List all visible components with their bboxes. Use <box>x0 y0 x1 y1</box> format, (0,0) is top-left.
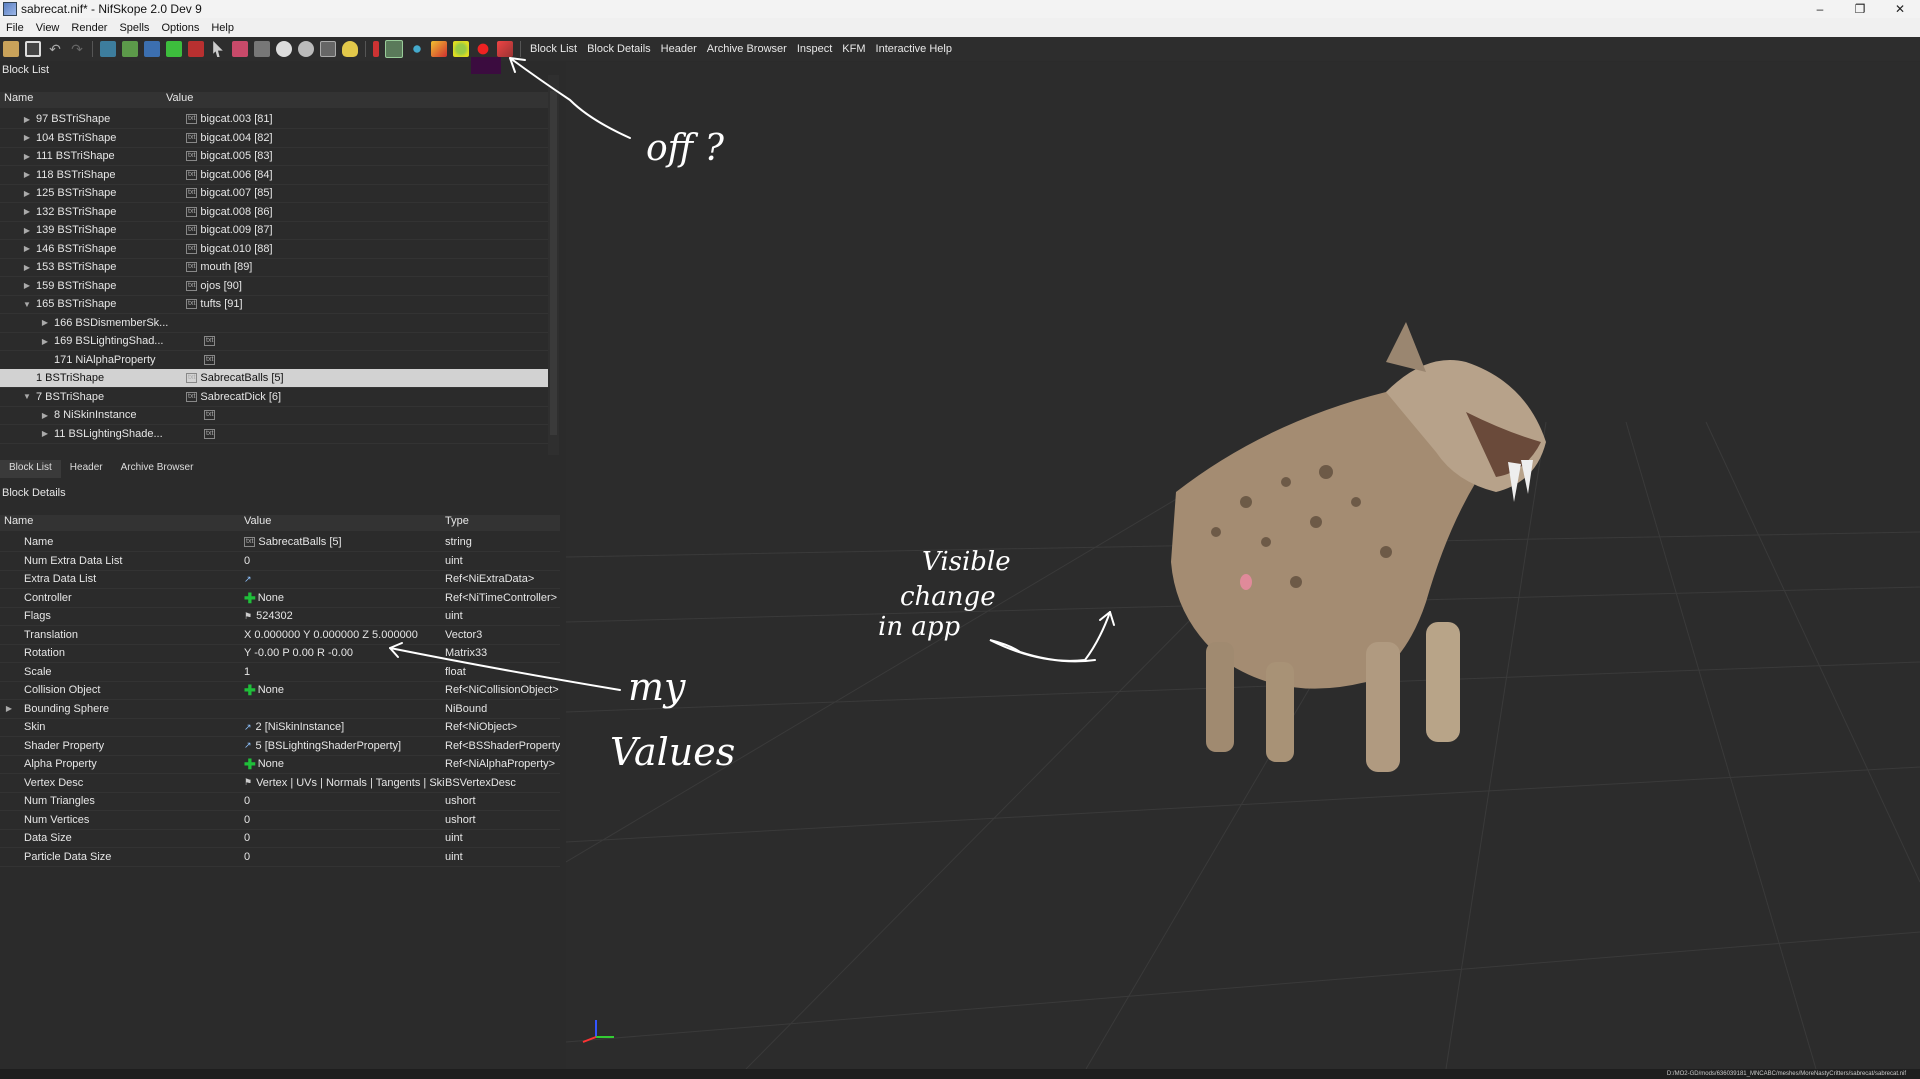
annotation-my: my <box>628 665 686 709</box>
annotation-visible-1: Visible <box>922 547 1011 577</box>
file-path: D:/MO2-GD/mods/636039181_MNCABC/meshes/M… <box>1666 1071 1906 1077</box>
annotation-visible-3: in app <box>878 612 960 642</box>
annotation-off: off ? <box>646 128 725 169</box>
annotation-visible-2: change <box>900 582 996 612</box>
annotation-values: Values <box>610 730 735 774</box>
status-bar: D:/MO2-GD/mods/636039181_MNCABC/meshes/M… <box>0 1069 1920 1079</box>
annotation-overlay: off ? Visible change in app my Values <box>389 57 1115 774</box>
arrow-to-toolbar <box>509 57 631 139</box>
